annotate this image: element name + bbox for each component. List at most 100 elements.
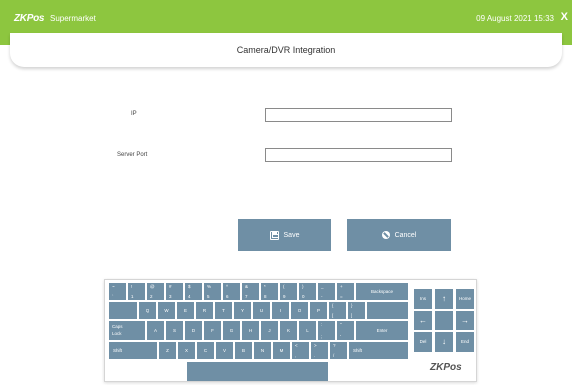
key-colon[interactable]: :; [318,321,335,340]
key-right-brace[interactable]: }] [348,302,365,319]
cancel-icon [381,231,390,239]
key-e[interactable]: E [177,302,194,319]
save-button[interactable]: Save [238,219,331,251]
key-label: > [314,343,317,348]
key-label: Enter [376,327,388,333]
key-delete[interactable]: Del [414,332,432,352]
key-0[interactable]: ) 0 [299,283,316,300]
key-up[interactable]: ↑ [435,289,453,309]
key-t[interactable]: T [215,302,232,319]
key-label: % [207,284,212,289]
page-header: Camera/DVR Integration [10,33,562,67]
key-label: _ [321,284,324,289]
key-n[interactable]: N [254,342,271,359]
key-z[interactable]: Z [159,342,176,359]
arrow-up-icon: ↑ [442,294,446,303]
key-label: + [340,284,343,289]
key-slash[interactable]: ? / [330,342,347,359]
key-enter[interactable]: Enter [356,321,408,340]
cancel-button[interactable]: Cancel [347,219,451,251]
key-minus[interactable]: _ - [318,283,335,300]
key-left[interactable]: ← [414,311,432,330]
key-label: 8 [264,294,267,299]
key-r[interactable]: R [196,302,213,319]
key-p[interactable]: P [310,302,327,319]
key-period[interactable]: >. [311,342,328,359]
server-port-label: Server Port [117,152,148,158]
key-label: ` [112,294,114,299]
key-6[interactable]: ^ 6 [223,283,240,300]
key-f[interactable]: F [204,321,221,340]
key-blank[interactable] [367,302,408,319]
key-shift-left[interactable]: Shift [109,342,157,359]
key-label: . [314,353,316,358]
key-u[interactable]: U [253,302,270,319]
key-label: B [241,347,245,353]
key-label: * [264,284,266,289]
key-tilde[interactable]: ~ ` [109,283,126,300]
key-d[interactable]: D [185,321,202,340]
key-y[interactable]: Y [234,302,251,319]
key-shift-right[interactable]: Shift [349,342,408,359]
page-title: Camera/DVR Integration [236,45,336,55]
server-port-input[interactable] [265,148,452,162]
key-label: T [222,307,225,313]
key-label: } [351,303,353,308]
key-a[interactable]: A [147,321,164,340]
key-k[interactable]: K [280,321,297,340]
key-label: Shift [353,347,363,353]
key-caps-lock[interactable]: Caps Lock [109,321,145,340]
key-o[interactable]: O [291,302,308,319]
key-label: 7 [245,294,248,299]
key-label: 2 [150,294,153,299]
key-1[interactable]: ! 1 [128,283,145,300]
close-button[interactable]: X [561,11,568,23]
key-9[interactable]: (9 [280,283,297,300]
key-2[interactable]: @2 [147,283,164,300]
key-comma[interactable]: <, [292,342,309,359]
ip-input[interactable] [265,108,452,122]
key-down[interactable]: ↓ [435,332,453,352]
key-right[interactable]: → [456,311,474,330]
key-label: 1 [131,294,134,299]
key-label: ( [283,284,285,289]
key-x[interactable]: X [178,342,195,359]
key-space[interactable] [187,362,328,381]
key-5[interactable]: % 5 [204,283,221,300]
key-label: Z [166,347,169,353]
key-i[interactable]: I [272,302,289,319]
key-b[interactable]: B [235,342,252,359]
key-end[interactable]: End [456,332,474,352]
key-label: V [222,347,226,353]
key-center[interactable] [435,311,453,330]
key-c[interactable]: C [197,342,214,359]
key-quote[interactable]: " ' [337,321,354,340]
key-left-brace[interactable]: {[ [329,302,346,319]
key-j[interactable]: J [261,321,278,340]
key-w[interactable]: W [158,302,175,319]
key-backspace[interactable]: Backspace [356,283,408,300]
key-4[interactable]: $4 [185,283,202,300]
key-label: W [164,307,169,313]
key-home[interactable]: Home [456,289,474,309]
key-g[interactable]: G [223,321,240,340]
key-label: Q [145,307,150,313]
key-equals[interactable]: + = [337,283,354,300]
key-s[interactable]: S [166,321,183,340]
key-7[interactable]: & 7 [242,283,259,300]
key-label: X [184,347,188,353]
key-label: Caps [112,324,123,329]
key-label: D [191,327,196,333]
key-8[interactable]: * 8 [261,283,278,300]
key-label: End [460,339,469,344]
key-3[interactable]: #3 [166,283,183,300]
key-h[interactable]: H [242,321,259,340]
key-m[interactable]: M [273,342,290,359]
key-label: ) [302,284,304,289]
key-v[interactable]: V [216,342,233,359]
key-l[interactable]: L [299,321,316,340]
key-q[interactable]: Q [139,302,156,319]
key-tab[interactable] [109,302,137,319]
key-insert[interactable]: Ins [414,289,432,309]
key-label: C [203,347,208,353]
